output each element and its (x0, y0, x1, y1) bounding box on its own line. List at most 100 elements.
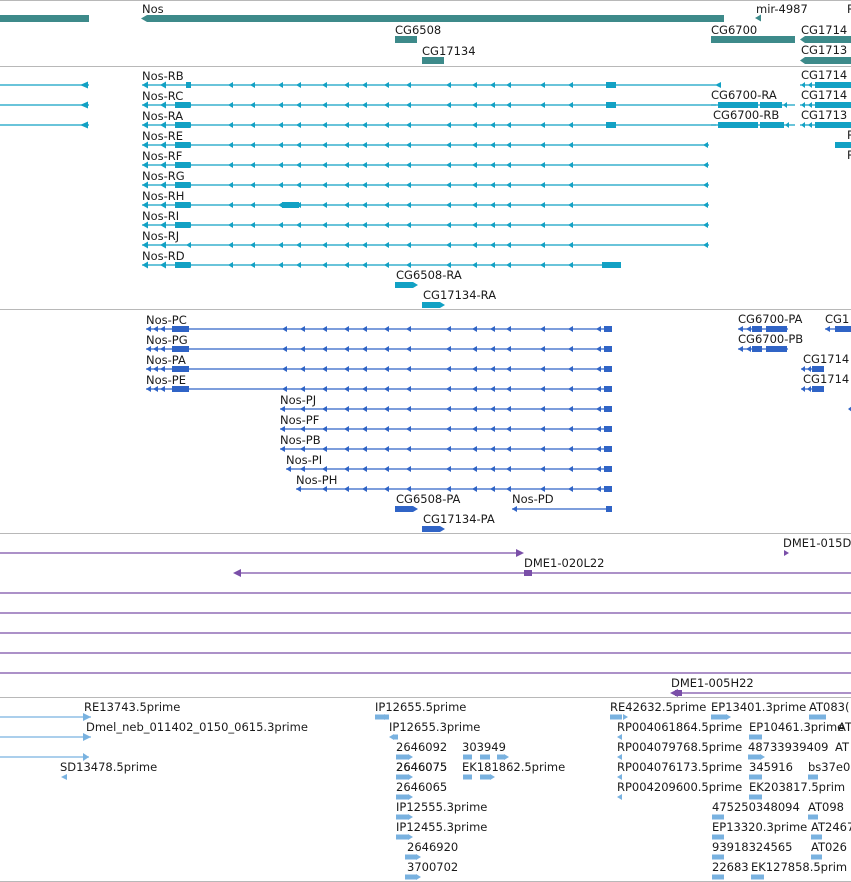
strand-arrow-left (344, 346, 349, 352)
strand-arrow-left (296, 82, 301, 88)
strand-arrow-left (568, 182, 573, 188)
strand-arrow-left (344, 242, 349, 248)
strand-arrow-left (490, 346, 495, 352)
protein-label: CG1714 (803, 372, 849, 386)
strand-arrow-right (440, 302, 445, 308)
strand-arrow-left (568, 142, 573, 148)
est-label: 2646065 (396, 780, 447, 794)
strand-arrow-left (362, 486, 367, 492)
exon-block (711, 36, 795, 43)
exon-block (396, 834, 408, 840)
transcript-label: CG6700-RA (711, 88, 777, 102)
gene-label-cg17134: CG17134 (422, 44, 476, 58)
strand-arrow-left (406, 82, 411, 88)
transcript-label: Nos-RH (142, 189, 184, 203)
strand-arrow-left (568, 406, 573, 412)
strand-arrow-left (296, 182, 301, 188)
strand-arrow-left (568, 346, 573, 352)
strand-arrow-left (596, 406, 601, 412)
strand-arrow-left (801, 386, 805, 392)
strand-arrow-left (506, 406, 511, 412)
strand-arrow-left (506, 142, 511, 148)
strand-arrow-left (300, 386, 305, 392)
strand-arrow-left (785, 122, 789, 128)
strand-arrow-left (540, 142, 545, 148)
strand-arrow-left (406, 222, 411, 228)
strand-arrow-left (362, 142, 367, 148)
protein-label: Nos-PI (286, 453, 322, 467)
tracks-canvas: Nos mir-4987 CG6508 CG6700 CG1714 CG17134 CG17… (0, 0, 851, 882)
strand-arrow-left (446, 202, 451, 208)
gene-label-cg1714: CG1714 (801, 23, 847, 37)
est-label: 2646075 (396, 760, 447, 774)
strand-arrow-left (540, 162, 545, 168)
strand-arrow-left (406, 406, 411, 412)
exon-block (604, 346, 612, 352)
strand-arrow-left (362, 122, 367, 128)
strand-arrow-left (568, 262, 573, 268)
est-label: 48733939409 (748, 740, 828, 754)
protein-label: CG6508-PA (396, 492, 461, 506)
strand-arrow-left (322, 262, 327, 268)
exon-block (606, 102, 616, 108)
exon-block (396, 814, 408, 820)
strand-arrow-left (322, 122, 327, 128)
exon-block (604, 326, 612, 332)
gene-label-cg1713: CG1713 (801, 43, 847, 57)
est-label: AT (838, 720, 851, 734)
strand-arrow-left (596, 486, 601, 492)
strand-arrow-left (384, 162, 389, 168)
strand-arrow-left (344, 262, 349, 268)
strand-arrow-left (362, 466, 367, 472)
est-label: Dmel_neb_011402_0150_0615.3prime (86, 720, 308, 734)
strand-arrow-left (568, 242, 573, 248)
strand-arrow-left (250, 242, 255, 248)
strand-arrow-left (296, 122, 301, 128)
strand-arrow-right (440, 526, 445, 532)
strand-arrow-left (472, 426, 477, 432)
transcript-label: Nos-RD (142, 249, 185, 263)
exon-block (405, 854, 417, 860)
strand-arrow-left (506, 366, 511, 372)
strand-arrow-left (490, 202, 495, 208)
strand-arrow-left (472, 386, 477, 392)
strand-arrow-left (506, 486, 511, 492)
transcript-label: R (847, 148, 851, 162)
strand-arrow-left (540, 262, 545, 268)
exon-block (808, 814, 818, 820)
strand-arrow-left (568, 386, 573, 392)
strand-arrow-left (362, 446, 367, 452)
exon-block (815, 122, 851, 128)
strand-arrow-left (808, 122, 812, 128)
strand-arrow-left (228, 182, 233, 188)
exon-block (811, 854, 822, 860)
protein-label: CG6700-PA (738, 312, 803, 326)
strand-arrow-left (568, 326, 573, 332)
transcript-label: Nos-RB (142, 69, 184, 83)
strand-arrow-left (344, 182, 349, 188)
strand-arrow-left (406, 386, 411, 392)
strand-arrow-left (384, 326, 389, 332)
protein-label: CG17134-PA (423, 512, 495, 526)
strand-arrow-left (406, 142, 411, 148)
strand-arrow-left (472, 486, 477, 492)
strand-arrow-left (384, 346, 389, 352)
strand-arrow-left (384, 466, 389, 472)
strand-arrow-left (506, 222, 511, 228)
protein-label: Nos-PB (280, 433, 321, 447)
strand-arrow-left (406, 446, 411, 452)
strand-arrow-left (472, 122, 477, 128)
exon-block (604, 426, 612, 432)
exon-block (497, 754, 504, 760)
strand-arrow-left (506, 162, 511, 168)
clone-label: DME1-015D (783, 536, 851, 550)
strand-arrow-left (322, 366, 327, 372)
strand-arrow-left (322, 222, 327, 228)
transcript-label: R (847, 128, 851, 142)
strand-arrow-left (472, 466, 477, 472)
strand-arrow-left (322, 182, 327, 188)
strand-arrow-left (406, 426, 411, 432)
clone-label: DME1-005H22 (671, 676, 754, 690)
transcript-label: Nos-RI (142, 209, 179, 223)
strand-arrow-left (384, 182, 389, 188)
